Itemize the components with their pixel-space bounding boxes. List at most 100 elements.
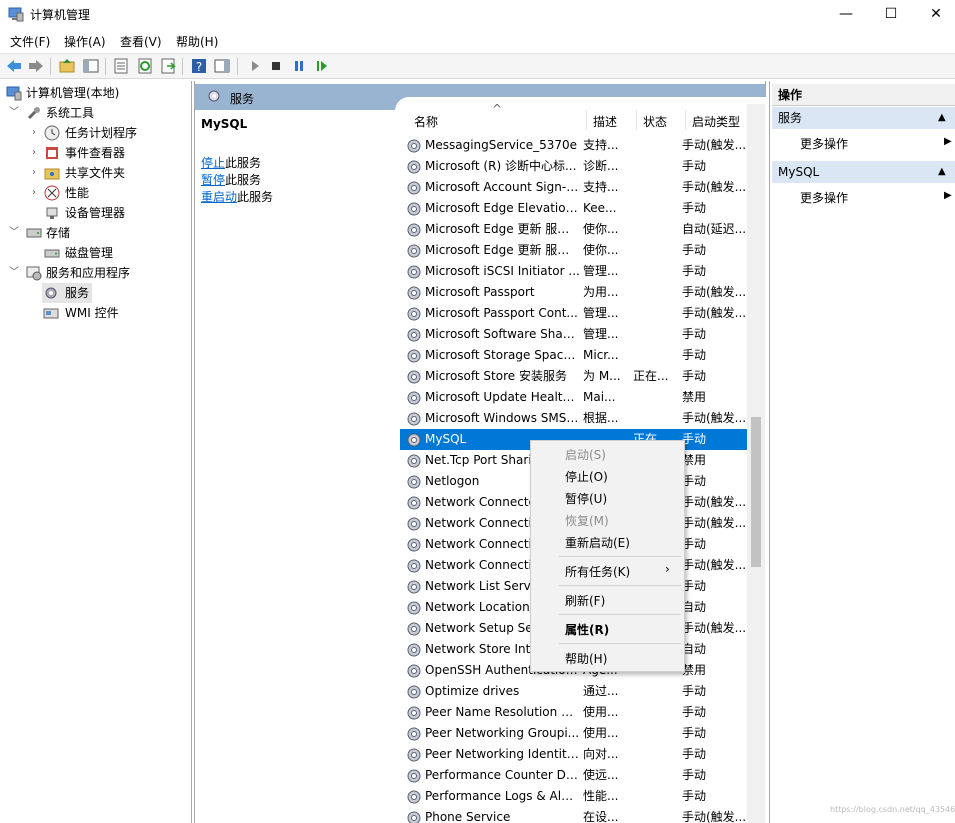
tree-item-storage[interactable]: ﹀ 存储 [8, 223, 188, 243]
service-row[interactable]: Peer Name Resolution Pr... 使用... 手动 [400, 702, 752, 723]
expand-chevron-icon[interactable]: ﹀ [8, 103, 20, 123]
computer-management-icon [8, 7, 24, 22]
service-gear-icon [407, 538, 421, 552]
menu-view[interactable]: 查看(V) [120, 33, 162, 50]
menu-file[interactable]: 文件(F) [10, 33, 50, 50]
ctx-refresh[interactable]: 刷新(F) [565, 592, 605, 609]
service-description: 使你... [583, 222, 619, 236]
collapse-up-icon[interactable]: ▲ [938, 107, 946, 129]
minimize-button[interactable]: — [823, 0, 869, 28]
service-name: Peer Name Resolution Pr... [425, 705, 580, 719]
restart-service-link[interactable]: 重启动 [201, 190, 237, 204]
service-row[interactable]: Microsoft Edge 更新 服务... 使你... 自动(延迟... [400, 219, 752, 240]
show-hide-console-tree-icon[interactable] [82, 57, 100, 75]
service-name: Microsoft Edge Elevation... [425, 201, 580, 215]
back-arrow-icon[interactable] [5, 57, 23, 75]
ctx-start[interactable]: 启动(S) [565, 446, 606, 463]
close-button[interactable]: ✕ [913, 0, 955, 28]
ctx-stop[interactable]: 停止(O) [565, 468, 608, 485]
scrollbar-thumb[interactable] [751, 417, 761, 567]
tree-item-shared-folders[interactable]: › 共享文件夹 [28, 163, 188, 183]
service-row[interactable]: Performance Counter DL... 使远... 手动 [400, 765, 752, 786]
tree-item-task-scheduler[interactable]: › 任务计划程序 [28, 123, 188, 143]
service-gear-icon [407, 160, 421, 174]
tree-item-system-tools[interactable]: ﹀ 系统工具 [8, 103, 188, 123]
menu-help[interactable]: 帮助(H) [176, 33, 218, 50]
service-row[interactable]: Peer Networking Identity... 向对... 手动 [400, 744, 752, 765]
tree-item-services[interactable]: 服务 [42, 283, 92, 303]
service-name: Microsoft Edge 更新 服务... [425, 222, 580, 236]
maximize-button[interactable]: ☐ [868, 0, 914, 28]
service-gear-icon [407, 559, 421, 573]
service-row[interactable]: Microsoft Windows SMS ... 根据... 手动(触发... [400, 408, 752, 429]
ctx-resume[interactable]: 恢复(M) [565, 512, 609, 529]
service-row[interactable]: Microsoft Store 安装服务 为 M... 正在... 手动 [400, 366, 752, 387]
services-title: 服务 [230, 92, 255, 106]
tree-item-services-and-applications[interactable]: ﹀ 服务和应用程序 [8, 263, 188, 283]
start-service-icon[interactable] [246, 57, 264, 75]
collapse-chevron-icon[interactable]: › [28, 163, 40, 183]
service-row[interactable]: Microsoft Passport Cont... 管理... 手动(触发... [400, 303, 752, 324]
expand-chevron-icon[interactable]: ﹀ [8, 223, 20, 243]
title-bar: 计算机管理 — ☐ ✕ [0, 0, 955, 28]
stop-service-icon[interactable] [267, 57, 285, 75]
tree-item-performance[interactable]: › 性能 [28, 183, 188, 203]
column-header-status[interactable]: 状态 [643, 113, 667, 130]
menu-action[interactable]: 操作(A) [64, 33, 106, 50]
up-folder-icon[interactable] [58, 57, 76, 75]
show-action-pane-icon[interactable] [213, 57, 231, 75]
tree-item-wmi-control[interactable]: WMI 控件 [42, 303, 182, 323]
column-header-name[interactable]: 名称 [414, 113, 438, 130]
ctx-all-tasks[interactable]: 所有任务(K) [565, 563, 630, 580]
pause-service-line: 暂停此服务 [201, 173, 262, 187]
column-header-description[interactable]: 描述 [593, 113, 617, 130]
ctx-restart[interactable]: 重新启动(E) [565, 534, 630, 551]
forward-arrow-icon[interactable] [27, 57, 45, 75]
watermark-text: https://blog.csdn.net/qq_43546237 [830, 805, 955, 814]
stop-service-link[interactable]: 停止 [201, 156, 225, 170]
submenu-arrow-icon: ▶ [944, 136, 952, 147]
service-row[interactable]: Peer Networking Groupi... 使用... 手动 [400, 723, 752, 744]
service-row[interactable]: Performance Logs & Aler... 性能... 手动 [400, 786, 752, 807]
collapse-chevron-icon[interactable]: › [28, 123, 40, 143]
close-icon: ✕ [930, 6, 942, 22]
more-actions-mysql[interactable]: 更多操作 [800, 189, 848, 206]
service-row[interactable]: Microsoft Edge Elevation... Kee... 手动 [400, 198, 752, 219]
restart-service-icon[interactable] [313, 57, 331, 75]
ctx-properties[interactable]: 属性(R) [565, 621, 609, 638]
service-row[interactable]: Optimize drives 通过... 手动 [400, 681, 752, 702]
export-list-icon[interactable] [159, 57, 177, 75]
pause-service-icon[interactable] [290, 57, 308, 75]
service-row[interactable]: Phone Service 在设... 手动(触发... [400, 807, 752, 823]
ctx-help[interactable]: 帮助(H) [565, 650, 607, 667]
service-row[interactable]: Microsoft Account Sign-i... 支持... 手动(触发... [400, 177, 752, 198]
refresh-icon[interactable] [136, 57, 154, 75]
more-actions-services[interactable]: 更多操作 [800, 135, 848, 152]
list-scrollbar[interactable] [747, 104, 765, 823]
ctx-pause[interactable]: 暂停(U) [565, 490, 607, 507]
service-row[interactable]: Microsoft (R) 诊断中心标... 诊断... 手动 [400, 156, 752, 177]
actions-group-services[interactable]: 服务 ▲ [772, 107, 955, 129]
properties-icon[interactable] [112, 57, 130, 75]
collapse-chevron-icon[interactable]: › [28, 183, 40, 203]
collapse-chevron-icon[interactable]: › [28, 143, 40, 163]
service-row[interactable]: Microsoft Software Shad... 管理... 手动 [400, 324, 752, 345]
pause-service-link[interactable]: 暂停 [201, 173, 225, 187]
service-row[interactable]: Microsoft Passport 为用... 手动(触发... [400, 282, 752, 303]
clock-icon [44, 125, 60, 141]
help-icon[interactable]: ? [190, 57, 208, 75]
tree-item-device-manager[interactable]: 设备管理器 [28, 203, 188, 223]
actions-group-mysql[interactable]: MySQL ▲ [772, 161, 955, 183]
tree-item-disk-management[interactable]: 磁盘管理 [28, 243, 188, 263]
column-header-startup-type[interactable]: 启动类型 [692, 113, 740, 130]
tree-root[interactable]: 计算机管理(本地) [6, 83, 186, 103]
service-row[interactable]: MessagingService_5370e 支持... 手动(触发... [400, 135, 752, 156]
service-row[interactable]: Microsoft Update Health... Mai... 禁用 [400, 387, 752, 408]
service-row[interactable]: Microsoft Storage Space... Micr... 手动 [400, 345, 752, 366]
service-gear-icon [407, 223, 421, 237]
expand-chevron-icon[interactable]: ﹀ [8, 263, 20, 283]
service-row[interactable]: Microsoft iSCSI Initiator ... 管理... 手动 [400, 261, 752, 282]
service-row[interactable]: Microsoft Edge 更新 服务... 使你... 手动 [400, 240, 752, 261]
tree-item-event-viewer[interactable]: › 事件查看器 [28, 143, 188, 163]
collapse-up-icon[interactable]: ▲ [938, 161, 946, 183]
